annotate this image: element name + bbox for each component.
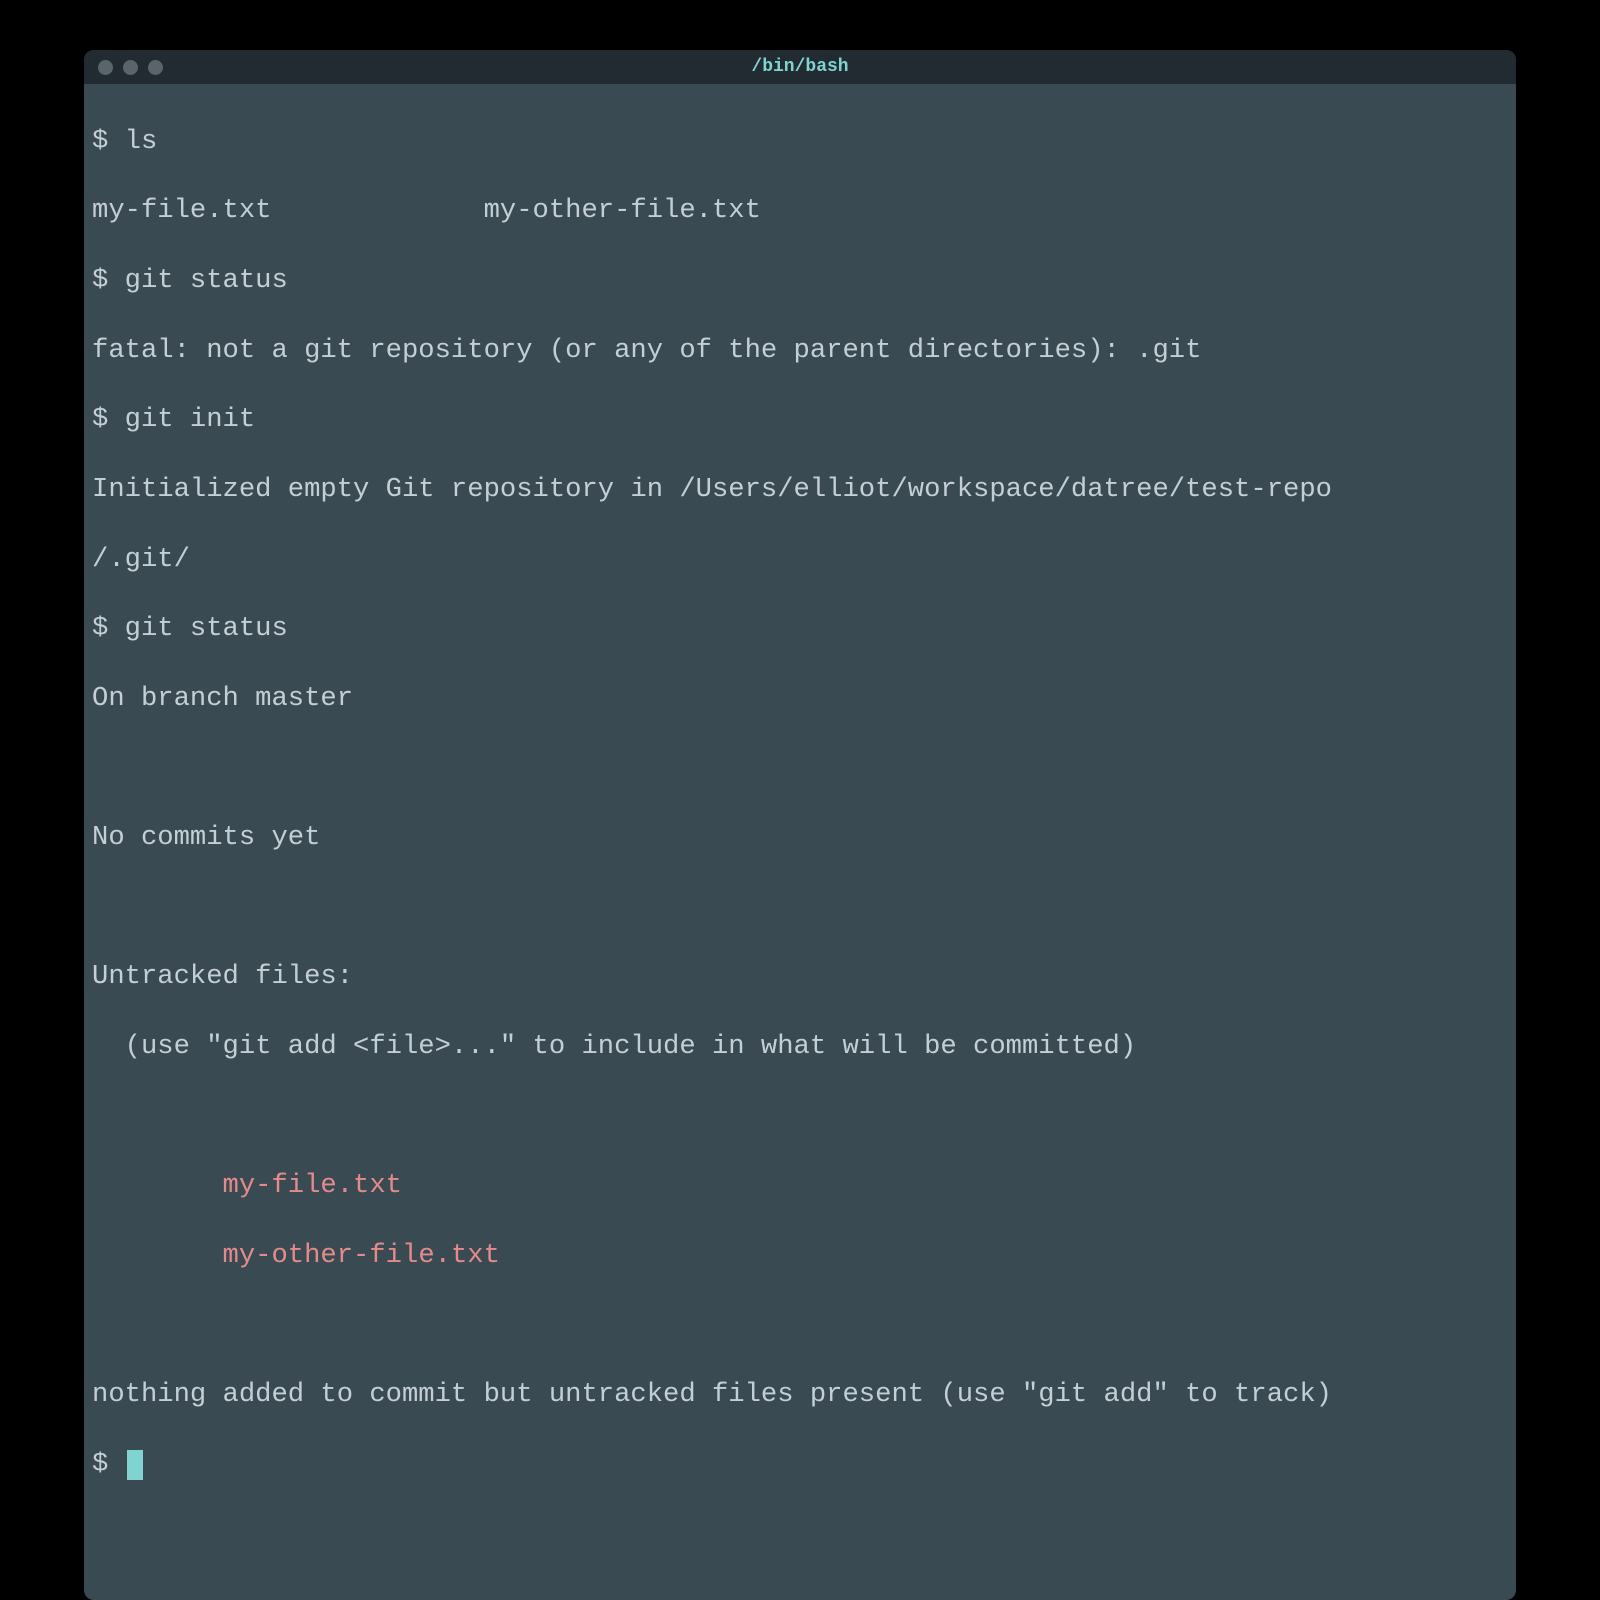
prompt: $ (92, 1449, 125, 1480)
output-line: No commits yet (92, 821, 1508, 856)
output-line: fatal: not a git repository (or any of t… (92, 334, 1508, 369)
output-line: Untracked files: (92, 960, 1508, 995)
command-text: ls (125, 126, 158, 157)
maximize-icon[interactable] (148, 60, 163, 75)
indent (92, 1240, 223, 1271)
command-line: $ git status (92, 612, 1508, 647)
output-line: (use "git add <file>..." to include in w… (92, 1030, 1508, 1065)
output-line: Initialized empty Git repository in /Use… (92, 473, 1508, 508)
blank-line (92, 751, 1508, 786)
blank-line (92, 1308, 1508, 1343)
terminal-window: /bin/bash $ ls my-file.txt my-other-file… (84, 50, 1516, 1600)
untracked-file-line: my-file.txt (92, 1169, 1508, 1204)
blank-line (92, 891, 1508, 926)
output-line: nothing added to commit but untracked fi… (92, 1378, 1508, 1413)
window-title: /bin/bash (84, 57, 1516, 77)
output-line: /.git/ (92, 543, 1508, 578)
terminal-body[interactable]: $ ls my-file.txt my-other-file.txt $ git… (84, 84, 1516, 1600)
untracked-file: my-other-file.txt (223, 1240, 500, 1271)
titlebar[interactable]: /bin/bash (84, 50, 1516, 84)
prompt: $ (92, 613, 125, 644)
command-text: git init (125, 404, 256, 435)
output-line: my-file.txt my-other-file.txt (92, 194, 1508, 229)
prompt: $ (92, 404, 125, 435)
command-line: $ git init (92, 403, 1508, 438)
untracked-file-line: my-other-file.txt (92, 1239, 1508, 1274)
prompt-line[interactable]: $ (92, 1448, 1508, 1483)
prompt: $ (92, 126, 125, 157)
command-text: git status (125, 265, 288, 296)
output-line: On branch master (92, 682, 1508, 717)
close-icon[interactable] (98, 60, 113, 75)
command-text: git status (125, 613, 288, 644)
minimize-icon[interactable] (123, 60, 138, 75)
blank-line (92, 1100, 1508, 1135)
traffic-lights (84, 60, 163, 75)
cursor-icon (127, 1450, 143, 1480)
indent (92, 1170, 223, 1201)
command-line: $ ls (92, 125, 1508, 160)
command-line: $ git status (92, 264, 1508, 299)
prompt: $ (92, 265, 125, 296)
untracked-file: my-file.txt (223, 1170, 402, 1201)
